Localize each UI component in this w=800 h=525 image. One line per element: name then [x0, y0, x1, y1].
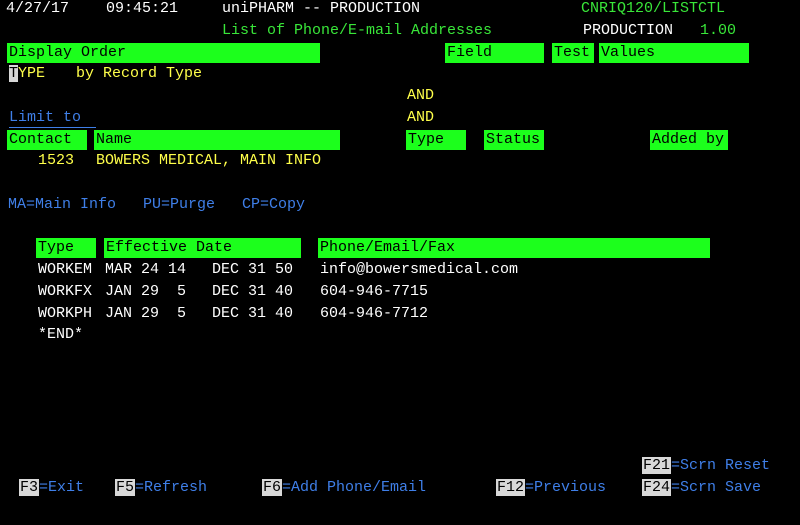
display-order-description: by Record Type [76, 65, 203, 82]
f6-add-phone-email-key[interactable]: F6=Add Phone/Email [262, 478, 426, 498]
f6-key-cap: F6 [262, 479, 283, 496]
f5-key-cap: F5 [115, 479, 136, 496]
row-contact-info: 604-946-7715 [320, 283, 429, 300]
environment-label: PRODUCTION [583, 22, 674, 39]
row-type: WORKFX [38, 283, 93, 300]
contact-id: 1523 [38, 152, 75, 169]
row-effective-from: JAN 29 5 [105, 305, 187, 322]
list-effective-date-header: Effective Date [104, 238, 301, 258]
contact-name: BOWERS MEDICAL, MAIN INFO [96, 152, 322, 169]
f5-key-label: =Refresh [135, 479, 208, 496]
values-header: Values [599, 43, 749, 63]
display-order-header: Display Order [7, 43, 320, 63]
row-effective-to: DEC 31 40 [212, 283, 294, 300]
f6-key-label: =Add Phone/Email [282, 479, 427, 496]
limit-to-label: Limit to [9, 108, 96, 128]
row-type: WORKPH [38, 305, 93, 322]
program-id: CNRIQ120/LISTCTL [581, 0, 726, 17]
f5-refresh-key[interactable]: F5=Refresh [115, 478, 207, 498]
header-date: 4/27/17 [6, 0, 70, 17]
and-operator-2: AND [407, 109, 435, 126]
action-options: MA=Main Info PU=Purge CP=Copy [8, 196, 306, 213]
row-type: WORKEM [38, 261, 93, 278]
f12-previous-key[interactable]: F12=Previous [496, 478, 606, 498]
name-column-header: Name [94, 130, 340, 150]
version-number: 1.00 [700, 22, 737, 39]
f24-key-cap: F24 [642, 479, 672, 496]
row-contact-info: 604-946-7712 [320, 305, 429, 322]
f12-key-label: =Previous [525, 479, 607, 496]
screen-title: List of Phone/E-mail Addresses [222, 22, 493, 39]
row-effective-from: MAR 24 14 [105, 261, 187, 278]
f12-key-cap: F12 [496, 479, 526, 496]
f24-scrn-save-key[interactable]: F24=Scrn Save [642, 478, 761, 498]
row-contact-info: info@bowersmedical.com [320, 261, 519, 278]
and-operator-1: AND [407, 87, 435, 104]
row-effective-to: DEC 31 40 [212, 305, 294, 322]
header-time: 09:45:21 [106, 0, 179, 17]
input-cursor: T [9, 65, 19, 82]
row-effective-to: DEC 31 50 [212, 261, 294, 278]
f24-key-label: =Scrn Save [671, 479, 762, 496]
list-type-header: Type [36, 238, 96, 258]
system-name: uniPHARM -- PRODUCTION [222, 0, 421, 17]
row-effective-from: JAN 29 5 [105, 283, 187, 300]
f21-key-label: =Scrn Reset [671, 457, 771, 474]
f3-exit-key[interactable]: F3=Exit [19, 478, 84, 498]
test-header: Test [552, 43, 594, 63]
display-order-value: YPE [18, 65, 46, 82]
display-order-input[interactable]: TYPE [9, 64, 45, 84]
f3-key-cap: F3 [19, 479, 40, 496]
f3-key-label: =Exit [39, 479, 85, 496]
field-header: Field [445, 43, 544, 63]
added-by-column-header: Added by [650, 130, 728, 150]
f21-key-cap: F21 [642, 457, 672, 474]
contact-column-header: Contact [7, 130, 87, 150]
f21-scrn-reset-key[interactable]: F21=Scrn Reset [642, 456, 770, 476]
list-contact-info-header: Phone/Email/Fax [318, 238, 710, 258]
type-column-header: Type [406, 130, 466, 150]
end-of-list-marker: *END* [38, 326, 84, 343]
status-column-header: Status [484, 130, 544, 150]
